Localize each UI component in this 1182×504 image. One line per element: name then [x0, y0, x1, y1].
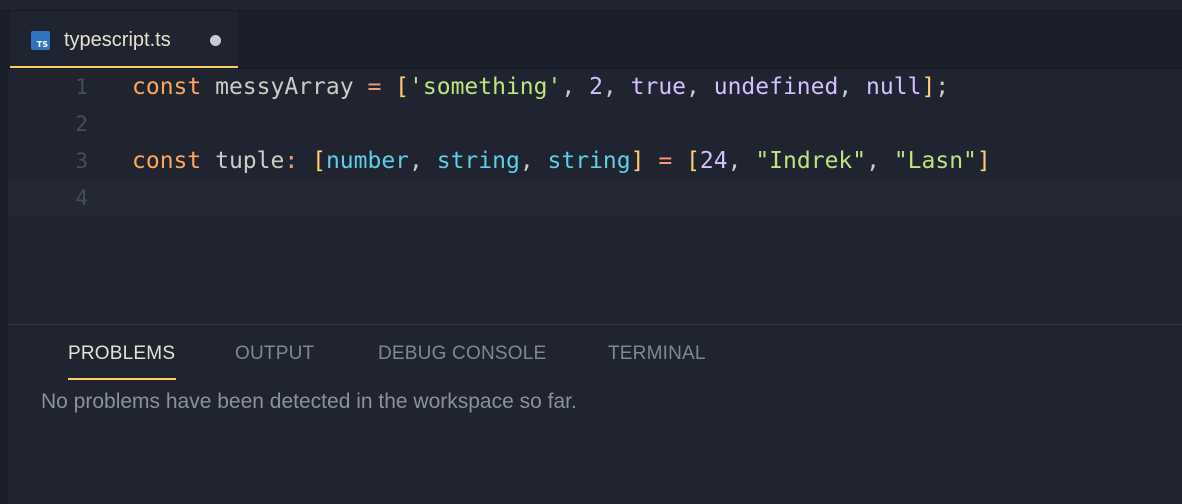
code-token: tuple: [215, 148, 285, 174]
code-token: ]: [630, 148, 645, 174]
tab-debug-console[interactable]: DEBUG CONSOLE: [378, 343, 546, 365]
tab-terminal[interactable]: TERMINAL: [608, 343, 706, 365]
code-token: 2: [589, 74, 603, 100]
code-line-current[interactable]: 4: [8, 180, 1182, 217]
code-token: null: [866, 74, 922, 100]
code-token: string: [547, 148, 631, 174]
code-token: [: [395, 74, 410, 100]
code-token: ;: [935, 74, 950, 100]
code-token: [: [686, 148, 700, 174]
vscode-window: TS typescript.ts 1 const messyArray = ['…: [0, 0, 1182, 504]
code-token: const: [132, 148, 202, 174]
code-token: ]: [976, 148, 991, 174]
typescript-icon-label: TS: [36, 40, 48, 49]
code-token: ,: [602, 74, 631, 100]
code-token: number: [325, 148, 410, 174]
code-token: ,: [519, 148, 548, 174]
code-token: ,: [838, 74, 867, 100]
code-token: ,: [686, 74, 714, 100]
code-text: const messyArray = ['something', 2, true…: [132, 69, 949, 106]
code-token: [: [312, 148, 326, 174]
code-text: const tuple: [number, string, string] = …: [132, 143, 991, 180]
typescript-file-icon: TS: [31, 31, 50, 50]
line-number: 4: [75, 186, 88, 210]
problems-message: No problems have been detected in the wo…: [41, 390, 577, 413]
line-number: 3: [75, 149, 88, 173]
code-token: ,: [409, 148, 437, 174]
code-token: 'something': [409, 74, 562, 100]
code-token: messyArray: [215, 74, 354, 100]
title-bar: [0, 0, 1182, 11]
code-token: ]: [921, 74, 936, 100]
code-token: string: [436, 148, 520, 174]
tab-output[interactable]: OUTPUT: [235, 343, 314, 365]
code-line[interactable]: 2: [8, 106, 1182, 143]
code-token: ,: [866, 148, 894, 174]
code-line[interactable]: 1 const messyArray = ['something', 2, tr…: [8, 69, 1182, 106]
code-token: true: [630, 74, 687, 100]
code-token: :: [284, 148, 299, 174]
code-token: ,: [561, 74, 590, 100]
code-line[interactable]: 3 const tuple: [number, string, string] …: [8, 143, 1182, 180]
code-token: "Indrek": [755, 148, 867, 174]
activity-edge: [0, 11, 8, 504]
line-number: 2: [75, 112, 88, 136]
code-token: const: [132, 74, 202, 100]
bottom-panel: PROBLEMS OUTPUT DEBUG CONSOLE TERMINAL N…: [8, 324, 1182, 504]
code-token: undefined: [713, 74, 839, 100]
code-editor[interactable]: 1 const messyArray = ['something', 2, tr…: [8, 69, 1182, 324]
editor-tab-bar: TS typescript.ts: [8, 11, 1182, 69]
code-token: =: [367, 74, 382, 100]
tab-filename: typescript.ts: [64, 29, 171, 51]
line-number: 1: [75, 75, 88, 99]
unsaved-dot-icon[interactable]: [210, 35, 221, 46]
code-token: =: [658, 148, 673, 174]
editor-tab-typescript[interactable]: TS typescript.ts: [10, 11, 238, 68]
active-tab-indicator: [68, 378, 176, 380]
code-token: 24: [699, 148, 728, 174]
code-token: "Lasn": [893, 148, 977, 174]
code-token: ,: [727, 148, 756, 174]
tab-problems[interactable]: PROBLEMS: [68, 343, 175, 365]
